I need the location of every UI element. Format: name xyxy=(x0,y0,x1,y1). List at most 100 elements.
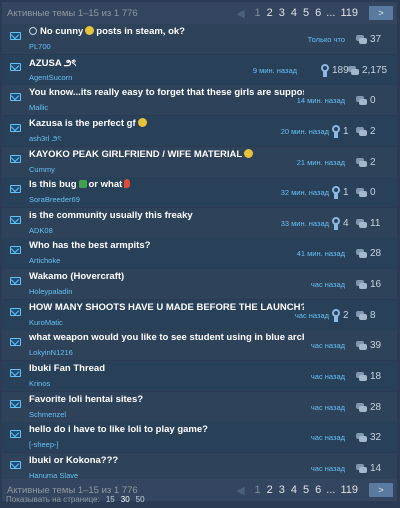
replies-icon xyxy=(356,218,367,228)
replies-icon xyxy=(356,157,367,167)
topic-row[interactable]: Ibuki Fan Thread Krinos час назад 18 xyxy=(2,360,397,392)
topic-row[interactable]: HOW MANY SHOOTS HAVE U MADE BEFORE THE L… xyxy=(2,299,397,330)
page-link-last[interactable]: 119 xyxy=(337,484,361,496)
page-link-2[interactable]: 2 xyxy=(264,7,276,19)
page-link-3[interactable]: 3 xyxy=(276,484,288,496)
reply-count: 2 xyxy=(370,156,376,168)
topic-row[interactable]: Who has the best armpits? Artichoke 41 мин… xyxy=(2,238,397,269)
award-icon xyxy=(331,124,341,138)
replies-icon xyxy=(356,463,367,473)
topic-title[interactable]: Who has the best armpits? xyxy=(29,240,150,251)
topic-title[interactable]: Ibuki Fan Thread xyxy=(29,363,105,374)
topic-title-text: is the community usually this freaky xyxy=(29,209,193,221)
envelope-icon xyxy=(10,93,21,102)
topic-author[interactable]: [-sheep-] xyxy=(29,440,59,449)
topic-author[interactable]: Holeypaladin xyxy=(29,287,72,296)
topic-title[interactable]: AZUSA ౨ৎ xyxy=(29,57,76,72)
page-link-6[interactable]: 6 xyxy=(312,484,324,496)
topic-title[interactable]: hello do i have to like loli to play gam… xyxy=(29,424,208,435)
topic-title-text: You know...its really easy to forget tha… xyxy=(29,87,304,99)
topic-last-activity: час назад xyxy=(294,310,329,320)
award-icon xyxy=(331,308,341,322)
topic-title-text: AZUSA ౨ৎ xyxy=(29,57,77,69)
page-ellipsis: ... xyxy=(326,7,336,19)
topic-title[interactable]: Is this bug or what xyxy=(29,179,132,190)
topic-row[interactable]: Favorite loli hentai sites? Schmenzel час … xyxy=(2,391,397,422)
topic-title-text: Favorite loli hentai sites? xyxy=(29,393,144,405)
topic-title[interactable]: Kazusa is the perfect gf xyxy=(29,117,149,129)
topic-author[interactable]: ADK08 xyxy=(29,226,53,235)
page-link-3[interactable]: 3 xyxy=(276,7,288,19)
prev-page-icon[interactable]: ◀ xyxy=(230,6,252,20)
replies-icon xyxy=(356,433,367,443)
page-link-6[interactable]: 6 xyxy=(312,7,324,19)
page-link-1[interactable]: 1 xyxy=(252,484,264,496)
topic-last-activity: час назад xyxy=(310,280,345,289)
boot-emoji-icon xyxy=(78,180,87,189)
topic-author[interactable]: SoraBreeder69 xyxy=(29,195,80,204)
topic-title[interactable]: is the community usually this freaky xyxy=(29,210,193,221)
page-link-5[interactable]: 5 xyxy=(300,7,312,19)
topic-title[interactable]: Wakamo (Hovercraft) xyxy=(29,271,124,282)
topic-author[interactable]: AgentSucorn xyxy=(29,73,72,82)
topic-title[interactable]: Ibuki or Kokona??? xyxy=(29,455,118,466)
topic-author[interactable]: KuroMatic xyxy=(29,318,63,327)
envelope-icon xyxy=(10,215,21,224)
topic-author[interactable]: LokyinN1216 xyxy=(29,348,73,357)
topic-author[interactable]: Mallic xyxy=(29,103,48,112)
topic-title[interactable]: KAYOKO PEAK GIRLFRIEND / WIFE MATERIAL xyxy=(29,148,255,160)
topic-row[interactable]: is the community usually this freaky ADK0… xyxy=(2,207,397,238)
page-link-5[interactable]: 5 xyxy=(300,484,312,496)
next-page-button[interactable]: > xyxy=(369,6,393,20)
topic-row[interactable]: hello do i have to like loli to play gam… xyxy=(2,422,397,453)
topic-title[interactable]: Favorite loli hentai sites? xyxy=(29,394,143,405)
topic-row[interactable]: what weapon would you like to see studen… xyxy=(2,330,397,361)
prev-page-icon[interactable]: ◀ xyxy=(230,483,252,497)
reply-count: 2 xyxy=(370,125,376,137)
topic-author[interactable]: Cummy xyxy=(29,165,55,174)
envelope-icon xyxy=(10,460,21,469)
per-page-50[interactable]: 50 xyxy=(136,495,145,504)
topic-title[interactable]: You know...its really easy to forget tha… xyxy=(29,87,304,98)
topic-author[interactable]: ash3rl ౨ৎ xyxy=(29,134,61,146)
pin-emoji-icon xyxy=(124,179,131,189)
topic-last-activity: 14 мин. назад xyxy=(296,96,345,106)
topic-author[interactable]: PL700 xyxy=(29,42,51,51)
pager-top: ◀ 1 2 3 4 5 6 ... 119 > xyxy=(230,6,393,20)
replies-icon xyxy=(356,280,367,289)
topic-title-text: Who has the best armpits? xyxy=(29,240,151,252)
page-link-4[interactable]: 4 xyxy=(288,484,300,496)
page-link-1[interactable]: 1 xyxy=(252,7,264,19)
award-count: 2 xyxy=(343,309,349,321)
page-link-last[interactable]: 119 xyxy=(337,7,361,19)
topic-row[interactable]: KAYOKO PEAK GIRLFRIEND / WIFE MATERIAL Cu… xyxy=(2,146,397,177)
envelope-icon xyxy=(10,307,21,316)
topic-title[interactable]: what weapon would you like to see studen… xyxy=(29,332,304,343)
topic-last-activity: 41 мин. назад xyxy=(296,249,345,259)
topic-title-text: Kazusa is the perfect gf xyxy=(29,117,136,129)
topic-row[interactable]: No cunny posts in steam, ok? PL700 Только ч… xyxy=(2,24,397,55)
replies-icon xyxy=(356,188,367,198)
topic-row[interactable]: Kazusa is the perfect gf ash3rl ౨ৎ 20 мин.… xyxy=(2,115,397,147)
topic-author[interactable]: Krinos xyxy=(29,379,50,388)
topic-author[interactable]: Schmenzel xyxy=(29,410,66,419)
per-page-30[interactable]: 30 xyxy=(121,495,130,504)
topic-row[interactable]: Wakamo (Hovercraft) Holeypaladin час назад… xyxy=(2,269,397,300)
topic-count-bottom: Активные темы 1–15 из 1 776 xyxy=(7,484,138,496)
topic-title[interactable]: HOW MANY SHOOTS HAVE U MADE BEFORE THE L… xyxy=(29,302,304,313)
topic-author[interactable]: Artichoke xyxy=(29,256,60,265)
topic-row[interactable]: Is this bug or what SoraBreeder69 32 мин. н… xyxy=(2,177,397,208)
topic-last-activity: 32 мин. назад xyxy=(280,188,329,198)
topic-title[interactable]: No cunny posts in steam, ok? xyxy=(29,26,185,37)
envelope-icon xyxy=(10,368,21,377)
smile-emoji-icon xyxy=(85,26,95,35)
envelope-icon xyxy=(10,154,21,163)
replies-icon xyxy=(348,65,359,75)
topic-row[interactable]: AZUSA ౨ৎ AgentSucorn 9 мин. назад 189 2,175 xyxy=(2,54,397,85)
page-link-2[interactable]: 2 xyxy=(264,484,276,496)
topic-row[interactable]: You know...its really easy to forget tha… xyxy=(2,85,397,116)
page-link-4[interactable]: 4 xyxy=(288,7,300,19)
next-page-button[interactable]: > xyxy=(369,483,393,497)
topic-title-suffix: or what xyxy=(88,179,123,191)
per-page-15[interactable]: 15 xyxy=(106,495,115,504)
